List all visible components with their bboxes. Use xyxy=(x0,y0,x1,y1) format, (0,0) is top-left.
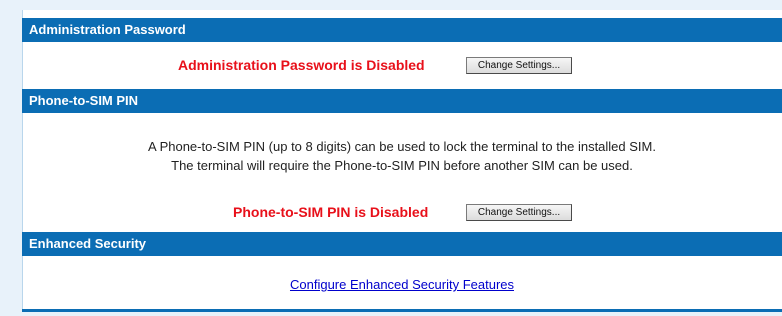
phone-to-sim-pin-status: Phone-to-SIM PIN is Disabled xyxy=(233,204,429,220)
enhanced-security-header: Enhanced Security xyxy=(22,232,782,256)
enhanced-security-link-row: Configure Enhanced Security Features xyxy=(22,276,782,294)
phone-to-sim-pin-description-line1: A Phone-to-SIM PIN (up to 8 digits) can … xyxy=(148,139,656,154)
admin-password-status-row: Administration Password is Disabled Chan… xyxy=(22,54,782,76)
phone-to-sim-pin-title: Phone-to-SIM PIN xyxy=(29,93,139,108)
admin-password-header: Administration Password xyxy=(22,18,782,42)
admin-password-change-settings-button[interactable]: Change Settings... xyxy=(466,57,572,74)
phone-to-sim-pin-header: Phone-to-SIM PIN xyxy=(22,89,782,113)
bottom-rule xyxy=(22,309,782,312)
configure-enhanced-security-link[interactable]: Configure Enhanced Security Features xyxy=(290,277,514,292)
security-settings-panel: Administration Password Administration P… xyxy=(22,10,782,312)
phone-to-sim-pin-status-row: Phone-to-SIM PIN is Disabled Change Sett… xyxy=(22,201,782,223)
phone-to-sim-pin-description-line2: The terminal will require the Phone-to-S… xyxy=(171,158,633,173)
phone-to-sim-pin-change-settings-button[interactable]: Change Settings... xyxy=(466,204,572,221)
enhanced-security-title: Enhanced Security xyxy=(29,236,147,251)
admin-password-title: Administration Password xyxy=(29,22,186,37)
admin-password-status: Administration Password is Disabled xyxy=(178,57,425,73)
